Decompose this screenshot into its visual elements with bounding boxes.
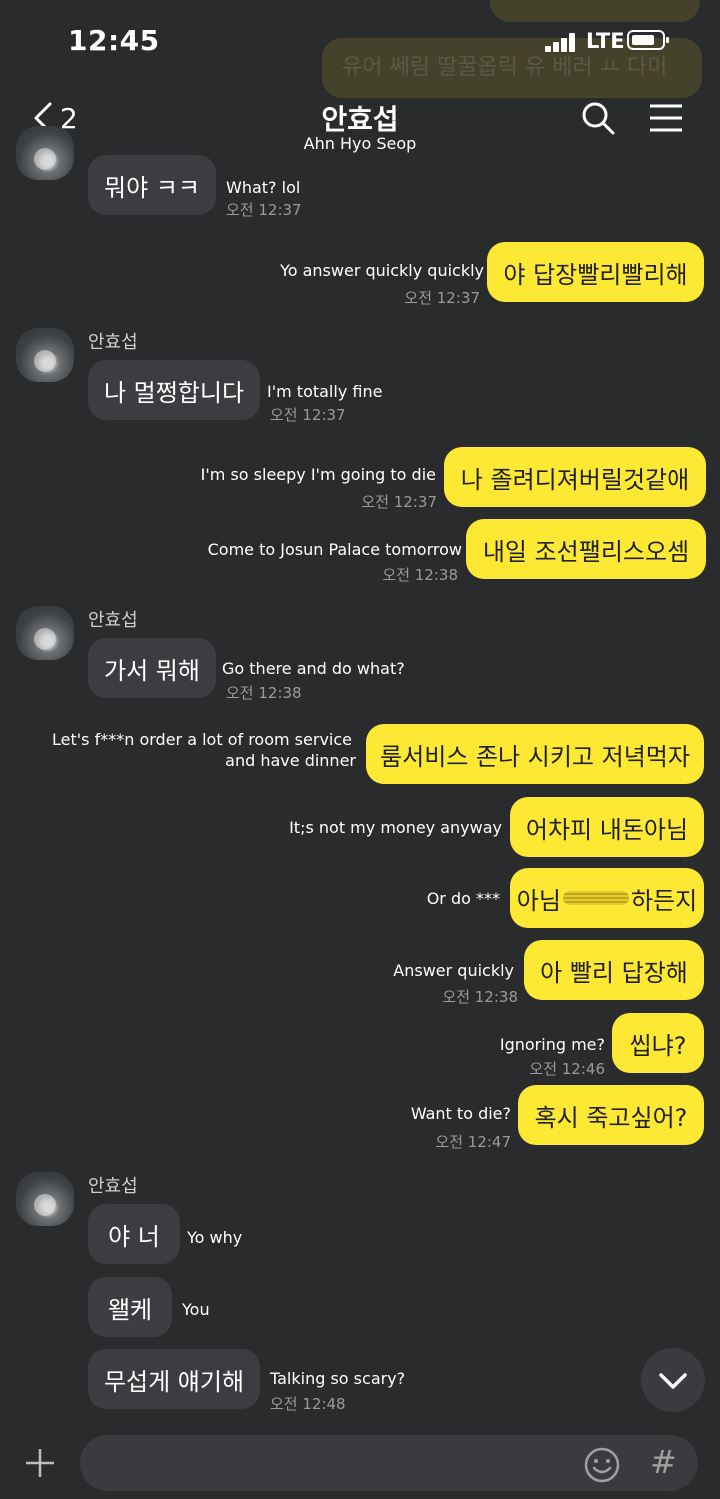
battery-icon — [627, 30, 669, 50]
message-time: 오전 12:48 — [270, 1395, 346, 1413]
status-time: 12:45 — [68, 24, 160, 57]
avatar[interactable] — [16, 126, 74, 180]
message-translation: Go there and do what? — [222, 659, 405, 678]
message-bubble[interactable]: 나 졸려디져버릴것같애 — [444, 447, 706, 507]
avatar[interactable] — [16, 328, 74, 382]
message-time: 오전 12:46 — [529, 1060, 605, 1078]
message-translation: Yo why — [187, 1228, 243, 1247]
message-time: 오전 12:37 — [361, 493, 437, 511]
message-bubble[interactable]: 혹시 죽고싶어? — [518, 1085, 704, 1145]
message-bubble[interactable]: 아님 하든지 — [510, 868, 704, 928]
chat-header: 2 안효섭 Ahn Hyo Seop — [0, 90, 720, 153]
message-time: 오전 12:38 — [226, 684, 302, 702]
search-icon[interactable] — [578, 98, 618, 138]
message-bubble[interactable]: 가서 뭐해 — [88, 638, 216, 698]
message-translation: Want to die? — [410, 1104, 511, 1123]
message-bubble[interactable]: 야 너 — [88, 1204, 180, 1264]
message-translation: Yo answer quickly quickly — [280, 261, 484, 280]
composer: # — [0, 1425, 720, 1499]
message-bubble[interactable]: 어차피 내돈아님 — [510, 797, 704, 857]
message-translation-line1: Let's f***n order a lot of room service — [52, 730, 352, 749]
chevron-down-icon — [659, 1373, 687, 1389]
message-translation: What? lol — [226, 178, 301, 197]
sender-name: 안효섭 — [88, 332, 138, 353]
emoji-icon[interactable] — [582, 1445, 622, 1485]
avatar[interactable] — [16, 1172, 74, 1226]
message-translation: It;s not my money anyway — [289, 818, 502, 837]
message-text-before: 아님 — [516, 886, 561, 915]
sender-name: 안효섭 — [88, 1176, 138, 1197]
message-translation: Answer quickly — [393, 961, 514, 980]
message-translation: I'm so sleepy I'm going to die — [200, 465, 436, 484]
signal-icon — [545, 32, 579, 52]
background-ghost-bubble — [490, 0, 700, 22]
message-translation: Ignoring me? — [499, 1035, 605, 1054]
message-bubble[interactable]: 룸서비스 존나 시키고 저녁먹자 — [366, 724, 704, 784]
message-time: 오전 12:47 — [435, 1133, 511, 1151]
sender-name: 안효섭 — [88, 610, 138, 631]
message-bubble[interactable]: 나 멀쩡합니다 — [88, 360, 260, 420]
message-time: 오전 12:37 — [226, 201, 302, 219]
message-translation: Or do *** — [426, 889, 500, 908]
message-time: 오전 12:38 — [442, 988, 518, 1006]
avatar[interactable] — [16, 606, 74, 660]
message-bubble[interactable]: 무섭게 얘기해 — [88, 1349, 260, 1409]
hash-icon[interactable]: # — [650, 1443, 677, 1481]
message-bubble[interactable]: 씹냐? — [612, 1013, 704, 1073]
message-bubble[interactable]: 아 빨리 답장해 — [524, 940, 704, 1000]
menu-icon[interactable] — [646, 98, 686, 138]
message-text-after: 하든지 — [630, 886, 698, 915]
message-bubble[interactable]: 내일 조선팰리스오셈 — [466, 519, 706, 579]
message-bubble[interactable]: 야 답장빨리빨리해 — [487, 242, 704, 302]
censored-blur — [562, 891, 629, 905]
message-translation-line2: and have dinner — [225, 751, 356, 770]
message-time: 오전 12:37 — [270, 406, 346, 424]
message-translation: You — [182, 1300, 210, 1319]
network-label: LTE — [586, 29, 625, 53]
message-translation: Come to Josun Palace tomorrow — [207, 540, 462, 559]
message-bubble[interactable]: 왤케 — [88, 1277, 172, 1337]
message-translation: I'm totally fine — [267, 382, 383, 401]
message-translation: Talking so scary? — [270, 1369, 406, 1388]
scroll-to-bottom-button[interactable] — [641, 1348, 705, 1412]
message-time: 오전 12:38 — [382, 566, 458, 584]
plus-icon[interactable] — [22, 1445, 58, 1481]
message-time: 오전 12:37 — [404, 289, 480, 307]
message-bubble[interactable]: 뭐야 ㅋㅋ — [88, 155, 216, 215]
status-bar: 유어 쎄림 딸꿀옵릭 유 베러 ㅛ 다미 12:45 LTE — [0, 0, 720, 98]
